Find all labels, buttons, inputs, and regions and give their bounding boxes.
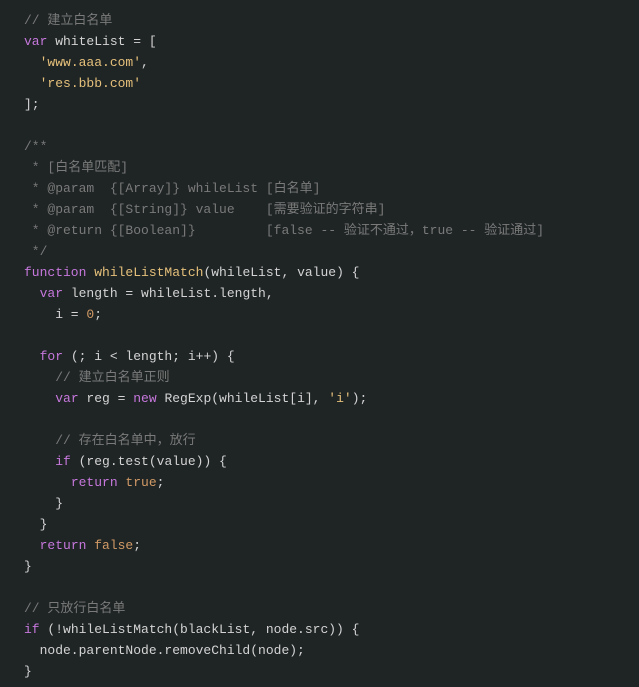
code-line: 'www.aaa.com', (24, 52, 639, 73)
code-line (24, 577, 639, 598)
var-reg: reg = (79, 391, 134, 406)
punct: ; (133, 538, 141, 553)
code-line: /** (24, 136, 639, 157)
code-line: // 只放行白名单 (24, 598, 639, 619)
comment: // 存在白名单中，放行 (55, 433, 195, 448)
code-line: var length = whileList.length, (24, 283, 639, 304)
for-cond: (; i < length; i++) { (63, 349, 235, 364)
string-literal: 'i' (328, 391, 351, 406)
jsdoc-param: * @param {[Array]} whileList [白名单] (24, 181, 320, 196)
jsdoc-return: * @return {[Boolean]} [false -- 验证不通过，tr… (24, 223, 544, 238)
keyword-if: if (55, 454, 71, 469)
punct: ]; (24, 97, 40, 112)
punct: ); (352, 391, 368, 406)
params: (whileList, value) { (203, 265, 359, 280)
keyword-var: var (40, 286, 63, 301)
code-line: node.parentNode.removeChild(node); (24, 640, 639, 661)
code-line (24, 115, 639, 136)
keyword-var: var (55, 391, 78, 406)
var-i: i = (24, 307, 86, 322)
jsdoc-close: */ (24, 244, 47, 259)
code-line: if (!whileListMatch(blackList, node.src)… (24, 619, 639, 640)
if-cond: (!whileListMatch(blackList, node.src)) { (40, 622, 360, 637)
code-line: if (reg.test(value)) { (24, 451, 639, 472)
code-line: } (24, 661, 639, 682)
comment: // 建立白名单 (24, 13, 112, 28)
if-cond: (reg.test(value)) { (71, 454, 227, 469)
jsdoc-open: /** (24, 139, 47, 154)
function-name: whileListMatch (86, 265, 203, 280)
var-name: whiteList (47, 34, 133, 49)
code-line: } (24, 493, 639, 514)
jsdoc-param: * @param {[String]} value [需要验证的字符串] (24, 202, 385, 217)
code-line (24, 325, 639, 346)
code-line: * [白名单匹配] (24, 157, 639, 178)
code-line: */ (24, 241, 639, 262)
string-literal: 'www.aaa.com' (40, 55, 141, 70)
bool-true: true (118, 475, 157, 490)
brace-close: } (24, 664, 32, 679)
brace-close: } (24, 559, 32, 574)
keyword-return: return (71, 475, 118, 490)
bool-false: false (86, 538, 133, 553)
brace-close: } (40, 517, 48, 532)
args: (whileList[i], (211, 391, 328, 406)
code-line (24, 409, 639, 430)
code-line: var whiteList = [ (24, 31, 639, 52)
code-block: // 建立白名单 var whiteList = [ 'www.aaa.com'… (0, 10, 639, 682)
punct: = [ (133, 34, 156, 49)
keyword-return: return (40, 538, 87, 553)
code-line: * @param {[String]} value [需要验证的字符串] (24, 199, 639, 220)
comment: // 只放行白名单 (24, 601, 125, 616)
code-line: * @param {[Array]} whileList [白名单] (24, 178, 639, 199)
code-line: var reg = new RegExp(whileList[i], 'i'); (24, 388, 639, 409)
stmt: node.parentNode.removeChild(node); (24, 643, 305, 658)
keyword-new: new (133, 391, 156, 406)
code-line: return true; (24, 472, 639, 493)
code-line: i = 0; (24, 304, 639, 325)
code-line: } (24, 514, 639, 535)
code-line: for (; i < length; i++) { (24, 346, 639, 367)
keyword-if: if (24, 622, 40, 637)
code-line: return false; (24, 535, 639, 556)
code-line: } (24, 556, 639, 577)
code-line: // 建立白名单 (24, 10, 639, 31)
code-line: // 存在白名单中，放行 (24, 430, 639, 451)
code-line: function whileListMatch(whileList, value… (24, 262, 639, 283)
punct: ; (157, 475, 165, 490)
keyword-var: var (24, 34, 47, 49)
punct: , (141, 55, 149, 70)
string-literal: 'res.bbb.com' (40, 76, 141, 91)
expr: length = whileList.length, (63, 286, 274, 301)
keyword-function: function (24, 265, 86, 280)
class-name: RegExp (157, 391, 212, 406)
code-line: // 建立白名单正则 (24, 367, 639, 388)
code-line: ]; (24, 94, 639, 115)
jsdoc-line: * [白名单匹配] (24, 160, 128, 175)
brace-close: } (55, 496, 63, 511)
comment: // 建立白名单正则 (55, 370, 169, 385)
code-line: * @return {[Boolean]} [false -- 验证不通过，tr… (24, 220, 639, 241)
punct: ; (94, 307, 102, 322)
keyword-for: for (40, 349, 63, 364)
code-line: 'res.bbb.com' (24, 73, 639, 94)
